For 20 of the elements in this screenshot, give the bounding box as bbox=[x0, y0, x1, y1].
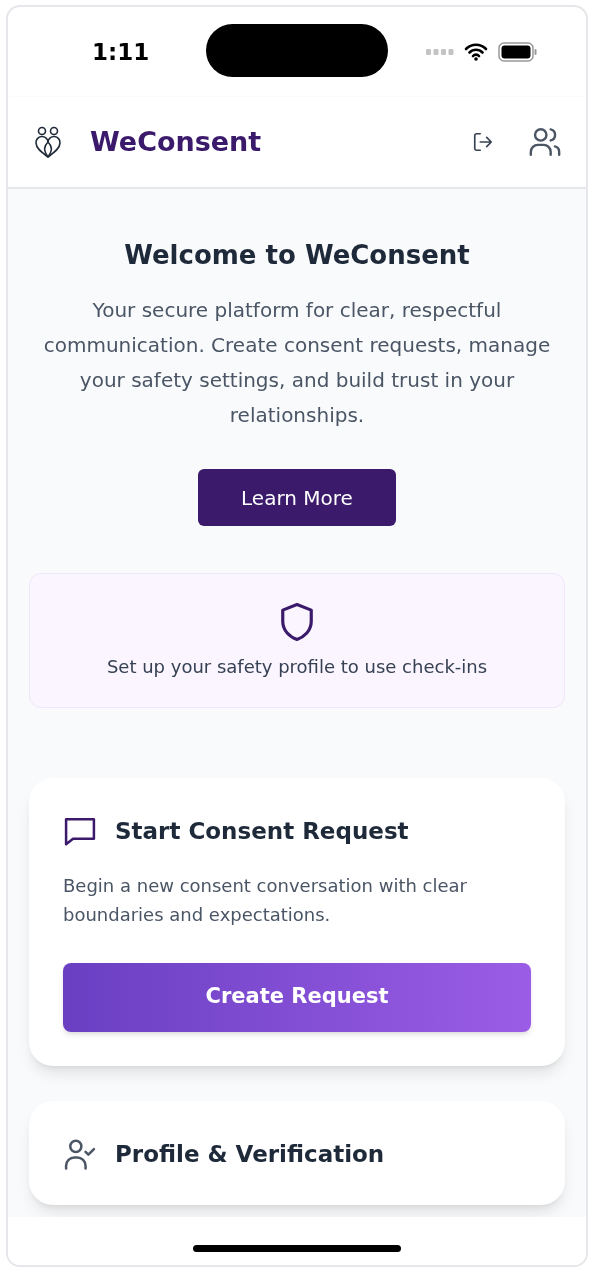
safety-text: Set up your safety profile to use check-ins bbox=[106, 655, 488, 679]
chat-icon bbox=[63, 815, 97, 848]
shield-icon bbox=[278, 601, 316, 643]
card-title: Start Consent Request bbox=[115, 817, 409, 846]
card-title: Profile & Verification bbox=[115, 1139, 385, 1169]
signal-icon bbox=[426, 49, 454, 55]
create-request-button[interactable]: Create Request bbox=[63, 962, 531, 1032]
app-name: WeConsent bbox=[90, 124, 262, 159]
battery-icon bbox=[498, 42, 538, 62]
logo-icon bbox=[32, 126, 64, 158]
status-time: 1:11 bbox=[92, 37, 150, 67]
welcome-title: Welcome to WeConsent bbox=[123, 239, 471, 272]
logout-icon bbox=[472, 131, 494, 153]
learn-more-button[interactable]: Learn More bbox=[198, 469, 396, 526]
users-icon bbox=[528, 125, 562, 159]
user-check-icon bbox=[63, 1137, 97, 1170]
wifi-icon bbox=[464, 43, 488, 61]
users-button[interactable] bbox=[528, 125, 562, 159]
welcome-text: Your secure platform for clear, respectful communication. Create consent requests, manage your safety settings, and build trust in your relationships. bbox=[42, 297, 552, 429]
card-description: Begin a new consent conversation with clear boundaries and expectations. bbox=[63, 873, 468, 927]
